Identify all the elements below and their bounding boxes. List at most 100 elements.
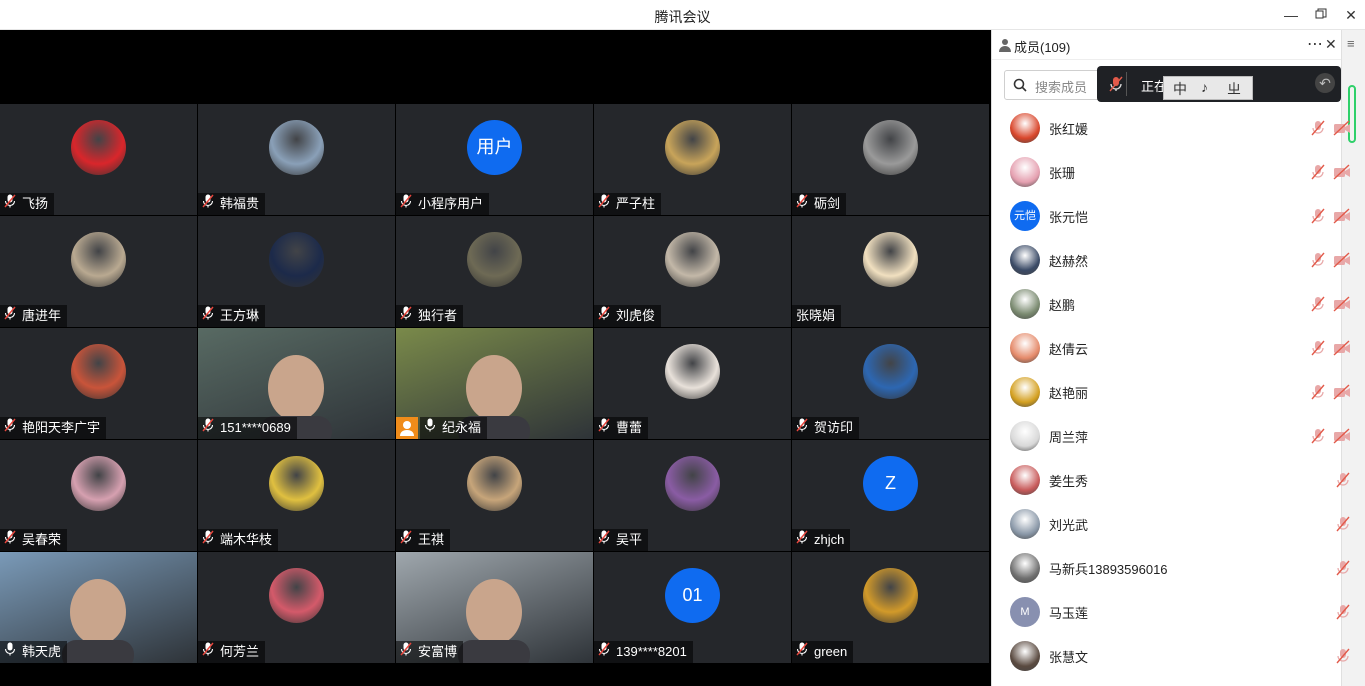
members-title: 成员(109): [1014, 40, 1071, 55]
participant-tile[interactable]: 张晓娟: [792, 216, 989, 327]
participant-tile[interactable]: 唐进年: [0, 216, 197, 327]
mic-muted-icon[interactable]: [1310, 120, 1326, 136]
mic-muted-icon[interactable]: [1335, 648, 1351, 664]
participant-tile[interactable]: 严子柱: [594, 104, 791, 215]
member-row[interactable]: 张慧文: [992, 634, 1350, 678]
mic-muted-icon: [796, 641, 814, 663]
participant-tile[interactable]: Zzhjch: [792, 440, 989, 551]
participant-name: 曹蕾: [616, 420, 643, 435]
participant-tile[interactable]: 吴春荣: [0, 440, 197, 551]
member-row[interactable]: 赵倩云: [992, 326, 1350, 370]
host-icon: [396, 417, 418, 439]
member-name: 赵赫然: [1049, 254, 1089, 269]
search-placeholder: 搜索成员: [1035, 80, 1088, 95]
participant-tile[interactable]: 曹蕾: [594, 328, 791, 439]
mic-muted-icon: [202, 305, 220, 327]
mic-muted-icon[interactable]: [1310, 164, 1326, 180]
participant-tile[interactable]: 纪永福: [396, 328, 593, 439]
mic-muted-icon: [598, 417, 616, 439]
participant-name: 端木华枝: [220, 532, 273, 547]
close-icon[interactable]: ✕: [1340, 4, 1362, 26]
more-options-icon[interactable]: ⋯: [1307, 34, 1323, 54]
participant-tile[interactable]: 安富博: [396, 552, 593, 663]
mic-muted-icon[interactable]: [1335, 472, 1351, 488]
participant-tile[interactable]: 独行者: [396, 216, 593, 327]
member-row[interactable]: 元恺 张元恺: [992, 194, 1350, 238]
camera-off-icon[interactable]: [1333, 296, 1350, 312]
participant-avatar: 用户: [467, 120, 522, 175]
restore-icon[interactable]: [1310, 4, 1332, 26]
mic-muted-icon[interactable]: [1335, 604, 1351, 620]
participant-tile[interactable]: 吴平: [594, 440, 791, 551]
camera-off-icon[interactable]: [1333, 120, 1350, 136]
camera-off-icon[interactable]: [1333, 164, 1350, 180]
mic-muted-icon: [202, 193, 220, 215]
mic-muted-icon[interactable]: [1310, 340, 1326, 356]
undo-icon[interactable]: ↶: [1315, 73, 1335, 93]
participant-tile[interactable]: 砺剑: [792, 104, 989, 215]
participant-name-bar: 小程序用户: [396, 193, 490, 215]
member-row[interactable]: 马新兵13893596016: [992, 546, 1350, 590]
mic-muted-icon: [796, 529, 814, 551]
participant-tile[interactable]: 王方琳: [198, 216, 395, 327]
mic-muted-icon[interactable]: [1310, 384, 1326, 400]
member-row[interactable]: 赵赫然: [992, 238, 1350, 282]
participant-name-bar: zhjch: [792, 529, 851, 551]
participant-tile[interactable]: 贺访印: [792, 328, 989, 439]
camera-off-icon[interactable]: [1333, 208, 1350, 224]
member-row[interactable]: 赵艳丽: [992, 370, 1350, 414]
menu-icon[interactable]: ≡: [1347, 36, 1355, 51]
mic-muted-icon: [4, 529, 22, 551]
participant-tile[interactable]: green: [792, 552, 989, 663]
camera-off-icon[interactable]: [1333, 384, 1350, 400]
user-icon: [999, 39, 1011, 52]
participant-tile[interactable]: 01 139****8201: [594, 552, 791, 663]
participant-tile[interactable]: 韩福贵: [198, 104, 395, 215]
minimize-icon[interactable]: —: [1280, 4, 1302, 26]
participant-tile[interactable]: 何芳兰: [198, 552, 395, 663]
mic-muted-icon[interactable]: [1310, 428, 1326, 444]
camera-off-icon[interactable]: [1333, 428, 1350, 444]
mic-muted-icon[interactable]: [1335, 516, 1351, 532]
participant-name: 吴春荣: [22, 532, 62, 547]
member-row[interactable]: 张珊: [992, 150, 1350, 194]
mic-muted-icon: [4, 305, 22, 327]
participant-avatar: [863, 120, 918, 175]
participant-tile[interactable]: 刘虎俊: [594, 216, 791, 327]
mic-muted-icon[interactable]: [1310, 208, 1326, 224]
participant-name-bar: 韩天虎: [0, 641, 68, 663]
participant-tile[interactable]: 用户小程序用户: [396, 104, 593, 215]
participant-name-bar: 张晓娟: [792, 305, 842, 327]
participant-avatar: Z: [863, 456, 918, 511]
member-row[interactable]: 赵鹏: [992, 282, 1350, 326]
members-panel-header: 成员(109) ⋯ ✕: [992, 30, 1342, 60]
participant-name: 吴平: [616, 532, 643, 547]
camera-off-icon[interactable]: [1333, 252, 1350, 268]
participant-tile[interactable]: 王祺: [396, 440, 593, 551]
participant-tile[interactable]: 151****0689: [198, 328, 395, 439]
mic-muted-icon[interactable]: [1310, 252, 1326, 268]
member-row[interactable]: 刘光武: [992, 502, 1350, 546]
member-row[interactable]: 张红媛: [992, 106, 1350, 150]
member-avatar: [1010, 333, 1040, 363]
camera-off-icon[interactable]: [1333, 340, 1350, 356]
participant-name: 刘虎俊: [616, 308, 656, 323]
participant-tile[interactable]: 飞扬: [0, 104, 197, 215]
watermark-char: ㄓ: [1227, 81, 1241, 97]
participant-avatar: [71, 120, 126, 175]
close-panel-icon[interactable]: ✕: [1325, 36, 1337, 53]
member-avatar: [1010, 245, 1040, 275]
participant-name-bar: 严子柱: [594, 193, 662, 215]
member-row[interactable]: 姜生秀: [992, 458, 1350, 502]
member-row[interactable]: M 马玉莲: [992, 590, 1350, 634]
participant-name: 韩福贵: [220, 196, 260, 211]
member-name: 刘光武: [1049, 518, 1089, 533]
participant-tile[interactable]: 端木华枝: [198, 440, 395, 551]
participant-tile[interactable]: 韩天虎: [0, 552, 197, 663]
participant-avatar: [863, 344, 918, 399]
member-row[interactable]: 周兰萍: [992, 414, 1350, 458]
mic-muted-icon[interactable]: [1335, 560, 1351, 576]
mic-muted-icon[interactable]: [1310, 296, 1326, 312]
participant-tile[interactable]: 艳阳天李广宇: [0, 328, 197, 439]
member-name: 张元恺: [1049, 210, 1089, 225]
